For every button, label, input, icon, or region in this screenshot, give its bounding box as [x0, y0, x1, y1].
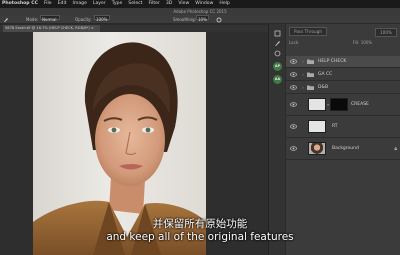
clone-source-icon[interactable]	[272, 49, 283, 57]
menu-type[interactable]: Type	[112, 0, 123, 8]
menu-view[interactable]: View	[178, 0, 189, 8]
layer-d-and-b[interactable]: › D&B	[286, 81, 400, 94]
layer-name: CREASE	[351, 102, 369, 107]
mode-label: Mode:	[26, 17, 39, 22]
layer-opacity-field[interactable]: 100%	[375, 28, 397, 37]
menu-select[interactable]: Select	[128, 0, 142, 8]
visibility-eye-icon[interactable]	[286, 84, 300, 90]
layer-name: Background	[332, 146, 359, 151]
smoothing-value: 10%	[198, 17, 207, 22]
menu-help[interactable]: Help	[219, 0, 229, 8]
layers-list: › HELP CHECK › GA CC › D&B ∞ CREASE RT B…	[286, 56, 400, 160]
brush-settings-icon[interactable]	[272, 39, 283, 47]
menu-file[interactable]: File	[44, 0, 52, 8]
layer-ga-cc[interactable]: › GA CC	[286, 68, 400, 81]
layer-crease[interactable]: ∞ CREASE	[286, 94, 400, 116]
window-title: Adobe Photoshop CC 2015	[0, 8, 400, 15]
layer-help-check[interactable]: › HELP CHECK	[286, 56, 400, 68]
menu-image[interactable]: Image	[73, 0, 87, 8]
lock-row: Lock: Fill: 100%	[289, 39, 372, 47]
blend-mode-select[interactable]: Pass Through	[289, 27, 327, 36]
layer-thumbnail[interactable]	[308, 120, 326, 133]
visibility-eye-icon[interactable]	[286, 124, 300, 129]
smoothing-label: Smoothing:	[173, 17, 196, 22]
layer-name: HELP CHECK	[318, 59, 347, 64]
opacity-label: Opacity:	[75, 17, 92, 22]
action-badge-ap[interactable]: AP	[273, 62, 282, 71]
video-subtitles: 并保留所有原始功能 and keep all of the original f…	[0, 218, 400, 244]
layer-rt[interactable]: RT	[286, 116, 400, 138]
visibility-eye-icon[interactable]	[286, 102, 300, 107]
visibility-eye-icon[interactable]	[286, 71, 300, 77]
layer-name: GA CC	[318, 71, 333, 77]
fill-label: Fill:	[352, 40, 360, 45]
subtitle-english: and keep all of the original features	[106, 231, 294, 243]
mode-value: Normal	[42, 17, 57, 22]
brush-tool-icon[interactable]	[3, 15, 9, 23]
visibility-eye-icon[interactable]	[286, 59, 300, 64]
folder-icon	[306, 85, 315, 90]
layer-thumbnail[interactable]	[308, 142, 326, 155]
lock-label: Lock:	[289, 40, 300, 45]
layer-opacity-value: 100%	[380, 30, 392, 35]
menu-layer[interactable]: Layer	[93, 0, 106, 8]
visibility-eye-icon[interactable]	[286, 146, 300, 151]
folder-icon	[306, 72, 315, 77]
layers-controls: Pass Through 100%	[289, 27, 397, 37]
lock-icon[interactable]: 🔒︎	[394, 146, 397, 152]
opacity-value: 100%	[96, 17, 108, 22]
menu-edit[interactable]: Edit	[58, 0, 67, 8]
history-icon[interactable]	[272, 29, 283, 37]
layer-background[interactable]: Background 🔒︎	[286, 138, 400, 160]
menu-filter[interactable]: Filter	[148, 0, 159, 8]
options-bar: Mode: Normal Opacity: 100% Smoothing: 10…	[0, 15, 400, 24]
menu-app-name[interactable]: Photoshop CC	[2, 0, 38, 8]
layer-thumbnail[interactable]	[308, 98, 326, 111]
document-tab-bar: 5878 Sarah.tif @ 16.7% (HELP CHECK, RGB/…	[0, 25, 285, 32]
subtitle-chinese: 并保留所有原始功能	[152, 218, 248, 230]
folder-icon	[306, 59, 315, 64]
layer-mask-thumbnail[interactable]	[330, 98, 348, 111]
fill-value[interactable]: 100%	[361, 40, 372, 45]
layer-name: RT	[332, 124, 338, 129]
menu-window[interactable]: Window	[195, 0, 213, 8]
document-tab[interactable]: 5878 Sarah.tif @ 16.7% (HELP CHECK, RGB/…	[3, 25, 100, 32]
action-badge-aa[interactable]: AA	[273, 75, 282, 84]
gear-icon[interactable]	[216, 15, 222, 23]
layer-name: D&B	[318, 84, 329, 90]
menu-3d[interactable]: 3D	[166, 0, 172, 8]
menu-bar: Photoshop CC File Edit Image Layer Type …	[0, 0, 400, 8]
